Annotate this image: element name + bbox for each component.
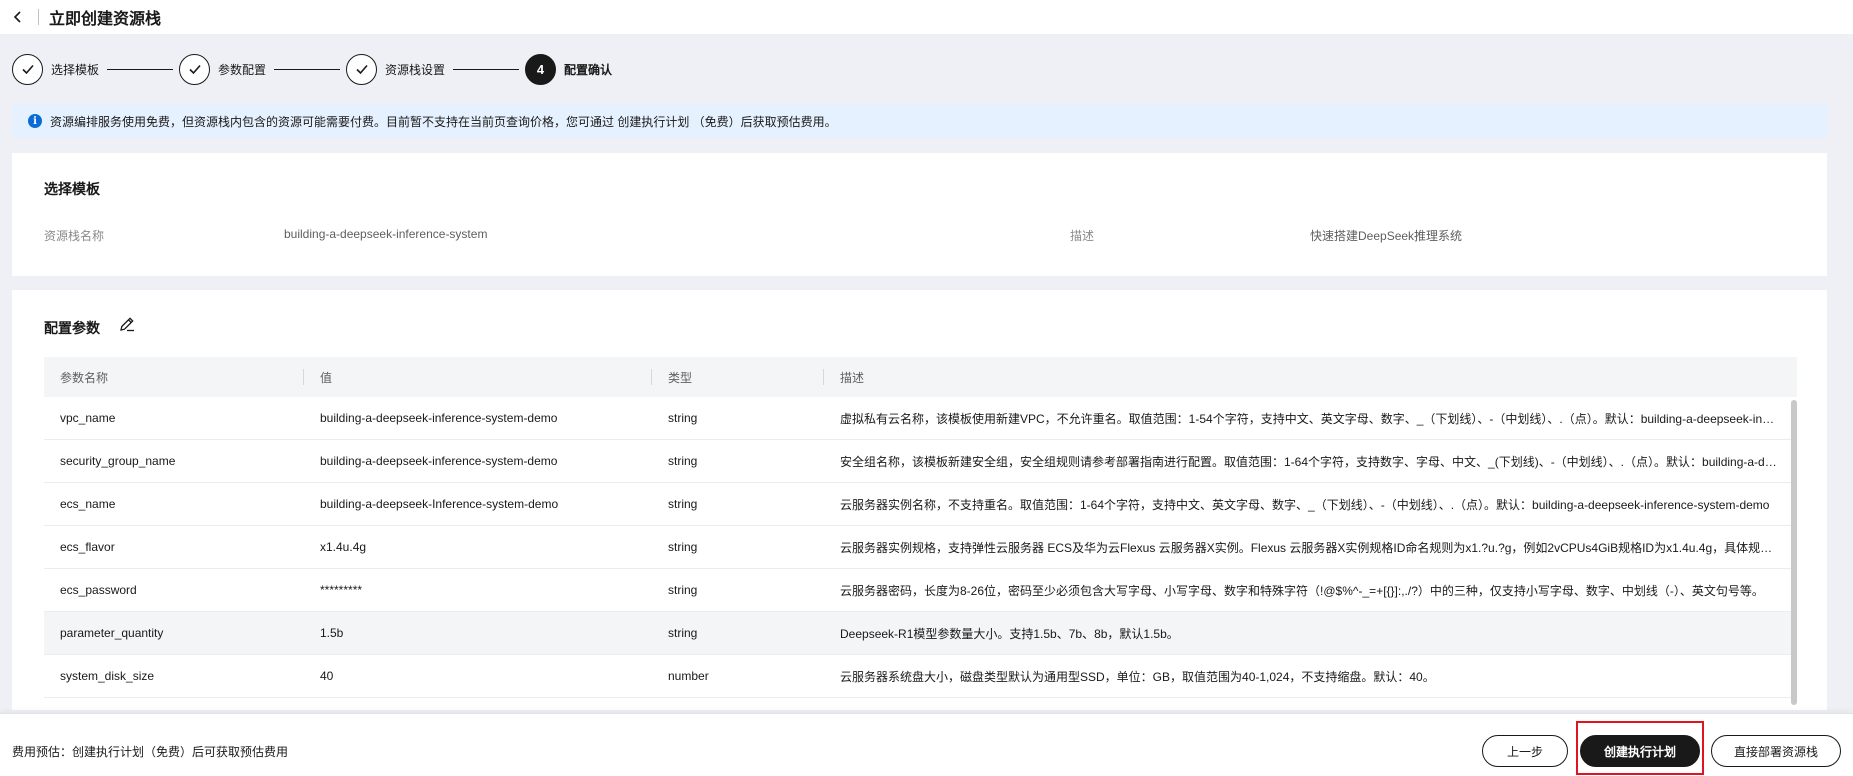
param-name: ecs_flavor: [60, 540, 115, 554]
wizard-steps: 选择模板 参数配置 资源栈设置 4 配置确认: [0, 34, 1853, 104]
section-title: 配置参数: [44, 320, 100, 336]
param-type: number: [668, 669, 709, 683]
stack-name-value: building-a-deepseek-inference-system: [284, 227, 488, 241]
param-value: building-a-deepseek-inference-system-dem…: [320, 454, 558, 468]
template-section: 选择模板 资源栈名称 building-a-deepseek-inference…: [12, 153, 1827, 276]
params-section: 配置参数 参数名称 值 类型 描述 vpc_name building-a-de…: [12, 290, 1827, 710]
param-desc: Deepseek-R1模型参数量大小。支持1.5b、7b、8b，默认1.5b。: [840, 626, 1179, 641]
step-connector: [274, 68, 341, 70]
param-type: string: [668, 411, 698, 425]
param-value: 40: [320, 669, 334, 683]
section-title: 选择模板: [44, 181, 100, 197]
cost-estimate-text: 费用预估：创建执行计划（免费）后可获取预估费用: [12, 745, 289, 759]
param-value: *********: [320, 583, 363, 597]
header-divider: [38, 9, 39, 25]
param-value: 1.5b: [320, 626, 344, 640]
column-header-label: 参数名称: [60, 370, 109, 385]
table-row: vpc_name building-a-deepseek-inference-s…: [44, 397, 1797, 440]
param-name: ecs_name: [60, 497, 116, 511]
step-check-icon: [179, 53, 211, 85]
step-check-icon: [12, 53, 43, 85]
column-header-label: 描述: [840, 370, 865, 385]
param-desc: 安全组名称，该模板新建安全组，安全组规则请参考部署指南进行配置。取值范围：1-6…: [840, 454, 1797, 469]
step-param-config: 参数配置: [179, 53, 267, 85]
page-title: 立即创建资源栈: [49, 11, 162, 28]
column-header-type: 类型: [652, 357, 824, 397]
table-row: system_disk_size 40 number 云服务器系统盘大小，磁盘类…: [44, 655, 1797, 698]
table-row: parameter_quantity 1.5b string Deepseek-…: [44, 612, 1797, 655]
param-value: building-a-deepseek-Inference-system-dem…: [320, 497, 559, 511]
column-header-value: 值: [304, 357, 652, 397]
param-name: ecs_password: [60, 583, 137, 597]
column-header-label: 类型: [668, 370, 693, 385]
table-row: ecs_flavor x1.4u.4g string 云服务器实例规格，支持弹性…: [44, 526, 1797, 569]
step-label: 参数配置: [218, 62, 267, 77]
column-header-label: 值: [320, 370, 333, 385]
param-desc: 云服务器实例规格，支持弹性云服务器 ECS及华为云Flexus 云服务器X实例。…: [840, 540, 1797, 555]
param-type: string: [668, 497, 698, 511]
column-header-name: 参数名称: [44, 357, 304, 397]
step-stack-settings: 资源栈设置: [346, 53, 446, 85]
footer-bar: 费用预估：创建执行计划（免费）后可获取预估费用 上一步 创建执行计划 直接部署资…: [0, 713, 1853, 776]
param-value: building-a-deepseek-inference-system-dem…: [320, 411, 558, 425]
table-row: ecs_name building-a-deepseek-Inference-s…: [44, 483, 1797, 526]
step-label: 资源栈设置: [385, 62, 446, 77]
page-header: 立即创建资源栈: [0, 0, 1853, 34]
param-name: vpc_name: [60, 411, 116, 425]
description-value: 快速搭建DeepSeek推理系统: [1310, 229, 1463, 243]
step-check-icon: [346, 53, 378, 85]
step-select-template: 选择模板: [12, 53, 100, 85]
back-button[interactable]: [4, 0, 32, 34]
info-banner-text: 资源编排服务使用免费，但资源栈内包含的资源可能需要付费。目前暂不支持在当前页查询…: [50, 114, 837, 129]
stack-name-label: 资源栈名称: [44, 229, 105, 243]
step-label: 选择模板: [51, 62, 100, 77]
info-banner: i 资源编排服务使用免费，但资源栈内包含的资源可能需要付费。目前暂不支持在当前页…: [12, 104, 1827, 138]
step-connector: [107, 68, 174, 70]
param-type: string: [668, 583, 698, 597]
column-header-desc: 描述: [824, 357, 1797, 397]
param-desc: 云服务器密码，长度为8-26位，密码至少必须包含大写字母、小写字母、数字和特殊字…: [840, 583, 1764, 598]
param-desc: 云服务器系统盘大小，磁盘类型默认为通用型SSD，单位：GB，取值范围为40-1,…: [840, 669, 1435, 684]
param-name: system_disk_size: [60, 669, 155, 683]
param-value: x1.4u.4g: [320, 540, 367, 554]
param-type: string: [668, 540, 698, 554]
step-number: 4: [525, 53, 557, 85]
param-name: parameter_quantity: [60, 626, 164, 640]
table-row: ecs_password ********* string 云服务器密码，长度为…: [44, 569, 1797, 612]
table-row: security_group_name building-a-deepseek-…: [44, 440, 1797, 483]
table-scrollbar[interactable]: [1791, 400, 1797, 705]
edit-icon[interactable]: [118, 315, 136, 333]
params-table: 参数名称 值 类型 描述 vpc_name building-a-deepsee…: [44, 357, 1797, 698]
deploy-stack-button[interactable]: 直接部署资源栈: [1711, 735, 1841, 767]
prev-button[interactable]: 上一步: [1482, 735, 1568, 767]
param-type: string: [668, 626, 698, 640]
param-name: security_group_name: [60, 454, 176, 468]
param-type: string: [668, 454, 698, 468]
step-confirm: 4 配置确认: [525, 53, 613, 85]
create-plan-button[interactable]: 创建执行计划: [1580, 735, 1700, 767]
param-desc: 云服务器实例名称，不支持重名。取值范围：1-64个字符，支持中文、英文字母、数字…: [840, 497, 1770, 512]
param-desc: 虚拟私有云名称，该模板使用新建VPC，不允许重名。取值范围：1-54个字符，支持…: [840, 411, 1797, 426]
description-label: 描述: [1070, 229, 1095, 243]
step-connector: [453, 68, 520, 70]
step-label: 配置确认: [564, 62, 613, 77]
table-header: 参数名称 值 类型 描述: [44, 357, 1797, 397]
info-icon: i: [28, 114, 42, 128]
chevron-left-icon: [13, 11, 21, 23]
